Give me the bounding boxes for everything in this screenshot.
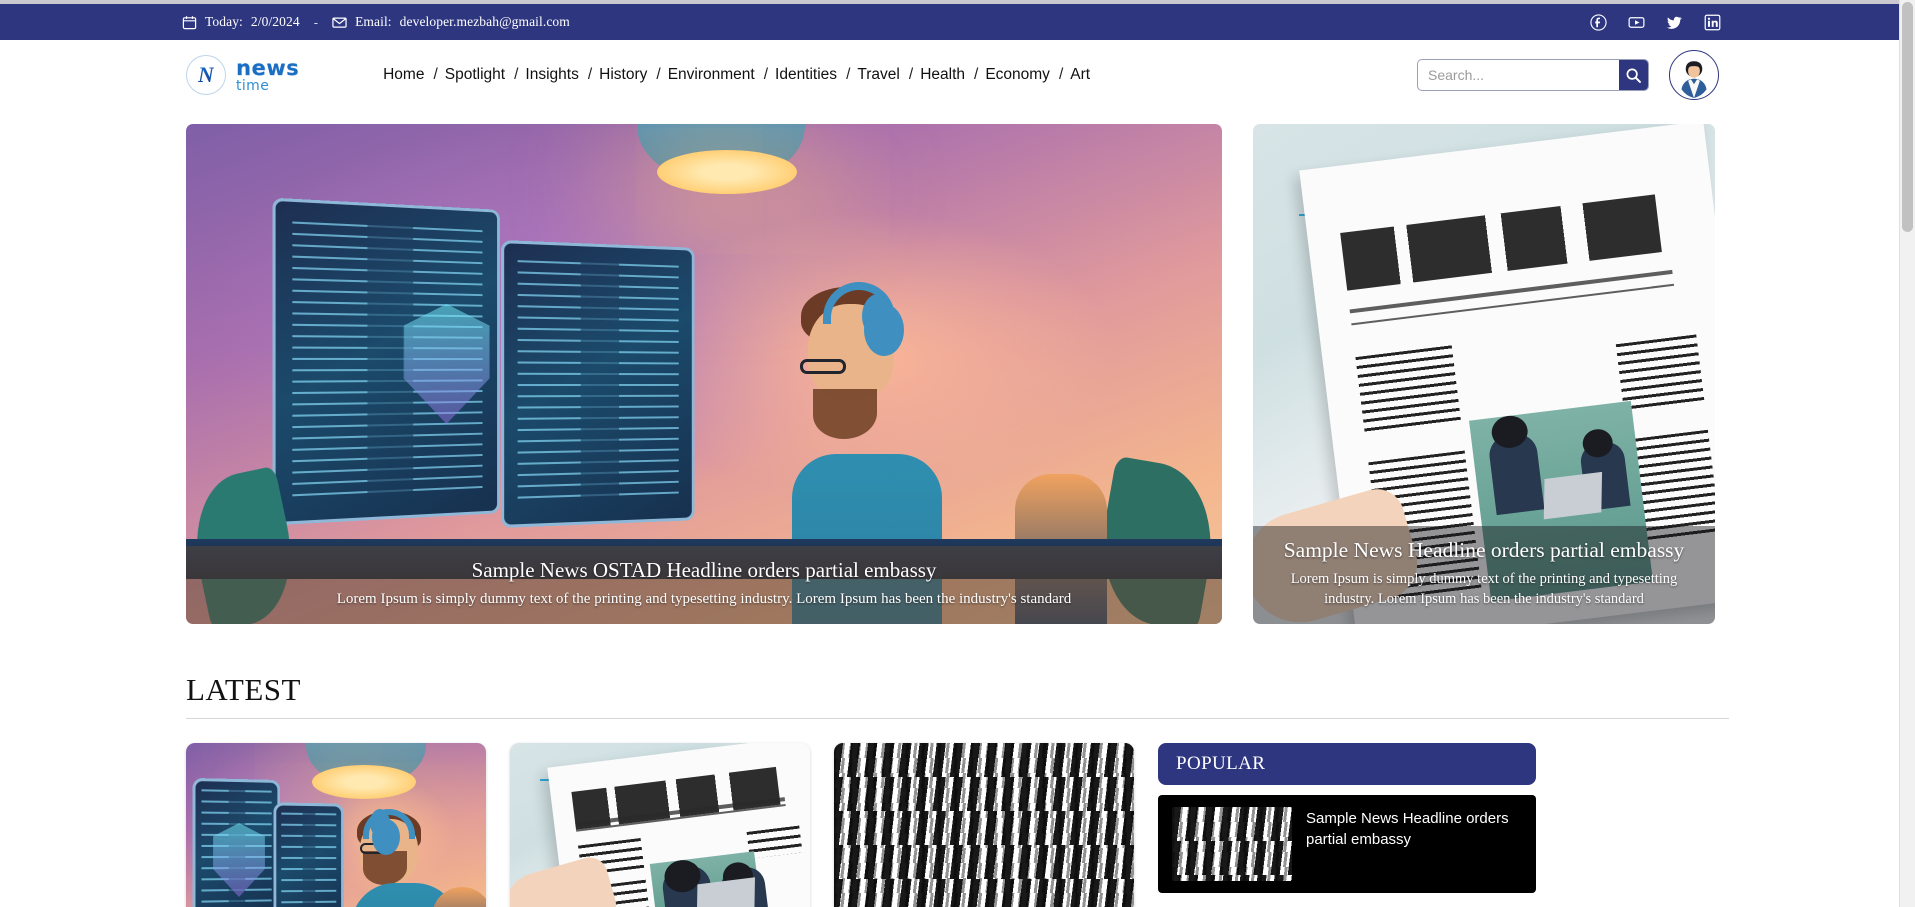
search-box [1417, 59, 1649, 91]
logo-text: news time [236, 57, 299, 94]
nav-item-travel[interactable]: Travel [857, 66, 900, 84]
nav-separator: / [656, 66, 661, 83]
user-avatar[interactable] [1669, 50, 1719, 100]
nav-item-spotlight[interactable]: Spotlight [445, 66, 505, 84]
page-root: Today: 2/0/2024 - Email: developer.mezba… [0, 0, 1915, 907]
hero-section: Sample News OSTAD Headline orders partia… [0, 110, 1915, 624]
latest-card-3-image [834, 743, 1134, 907]
envelope-icon [332, 15, 347, 30]
latest-card-1[interactable] [186, 743, 486, 907]
popular-heading: POPULAR [1158, 743, 1536, 785]
popular-item-1[interactable]: Sample News Headline orders partial emba… [1158, 795, 1536, 893]
main-navigation: Home / Spotlight / Insights / History / … [383, 66, 1090, 84]
nav-separator: / [587, 66, 593, 83]
today-value: 2/0/2024 [250, 14, 300, 29]
logo-badge-letter: N [198, 62, 214, 87]
popular-sidebar: POPULAR Sample News Headline orders part… [1158, 743, 1536, 907]
latest-section-header: LATEST [0, 624, 1915, 719]
today-info: Today: 2/0/2024 [182, 14, 300, 30]
nav-separator: / [1058, 66, 1064, 83]
hero-side-subtitle: Lorem Ipsum is simply dummy text of the … [1290, 570, 1678, 608]
nav-item-identities[interactable]: Identities [775, 66, 837, 84]
linkedin-icon[interactable] [1704, 14, 1721, 31]
hero-side-title: Sample News Headline orders partial emba… [1283, 537, 1685, 562]
email-info: Email: developer.mezbah@gmail.com [332, 14, 570, 30]
user-avatar-icon [1671, 53, 1717, 99]
scrollbar-thumb[interactable] [1902, 2, 1913, 232]
nav-separator: / [846, 66, 851, 83]
latest-card-2-image [510, 743, 810, 907]
email-value: developer.mezbah@gmail.com [399, 14, 570, 29]
latest-card-3[interactable] [834, 743, 1134, 907]
logo-badge-icon: N [186, 55, 226, 95]
nav-separator: / [974, 66, 979, 83]
nav-item-insights[interactable]: Insights [525, 66, 578, 84]
social-links [1590, 13, 1891, 31]
top-bar-info: Today: 2/0/2024 - Email: developer.mezba… [182, 14, 570, 30]
page-scrollbar[interactable] [1899, 0, 1915, 907]
hero-main-subtitle: Lorem Ipsum is simply dummy text of the … [336, 590, 1072, 607]
latest-card-1-image [186, 743, 486, 907]
hero-main-title: Sample News OSTAD Headline orders partia… [471, 557, 937, 582]
nav-separator: / [763, 66, 769, 83]
nav-item-art[interactable]: Art [1070, 66, 1090, 84]
search-button[interactable] [1619, 60, 1648, 90]
nav-item-home[interactable]: Home [383, 66, 424, 84]
nav-item-history[interactable]: History [599, 66, 647, 84]
nav-item-health[interactable]: Health [920, 66, 965, 84]
latest-grid: POPULAR Sample News Headline orders part… [0, 719, 1915, 907]
latest-card-2[interactable] [510, 743, 810, 907]
calendar-icon [182, 15, 197, 30]
today-label: Today: [205, 14, 243, 29]
popular-item-1-title: Sample News Headline orders partial emba… [1306, 810, 1509, 848]
header-actions [1417, 50, 1891, 100]
hero-main-caption: Sample News OSTAD Headline orders partia… [186, 545, 1222, 624]
youtube-icon[interactable] [1628, 14, 1645, 31]
logo-name-secondary: time [236, 77, 270, 94]
search-icon [1626, 68, 1641, 83]
nav-item-environment[interactable]: Environment [668, 66, 755, 84]
site-header: N news time Home / Spotlight / Insights … [0, 40, 1915, 110]
top-bar: Today: 2/0/2024 - Email: developer.mezba… [0, 4, 1915, 40]
nav-separator: / [908, 66, 914, 83]
site-logo[interactable]: N news time [186, 55, 299, 95]
nav-separator: / [514, 66, 519, 83]
hero-side-caption: Sample News Headline orders partial emba… [1253, 525, 1715, 624]
hero-main-card[interactable]: Sample News OSTAD Headline orders partia… [186, 124, 1222, 624]
email-label: Email: [355, 14, 392, 29]
nav-item-economy[interactable]: Economy [985, 66, 1050, 84]
latest-heading: LATEST [186, 672, 1729, 719]
topbar-separator: - [313, 14, 319, 30]
search-input[interactable] [1418, 60, 1619, 90]
twitter-icon[interactable] [1666, 14, 1683, 31]
facebook-icon[interactable] [1590, 13, 1607, 31]
logo-name-primary: news [236, 55, 300, 80]
hero-side-card[interactable]: Sample News Headline orders partial emba… [1253, 124, 1715, 624]
popular-item-1-thumbnail [1172, 807, 1292, 881]
nav-separator: / [433, 66, 438, 83]
